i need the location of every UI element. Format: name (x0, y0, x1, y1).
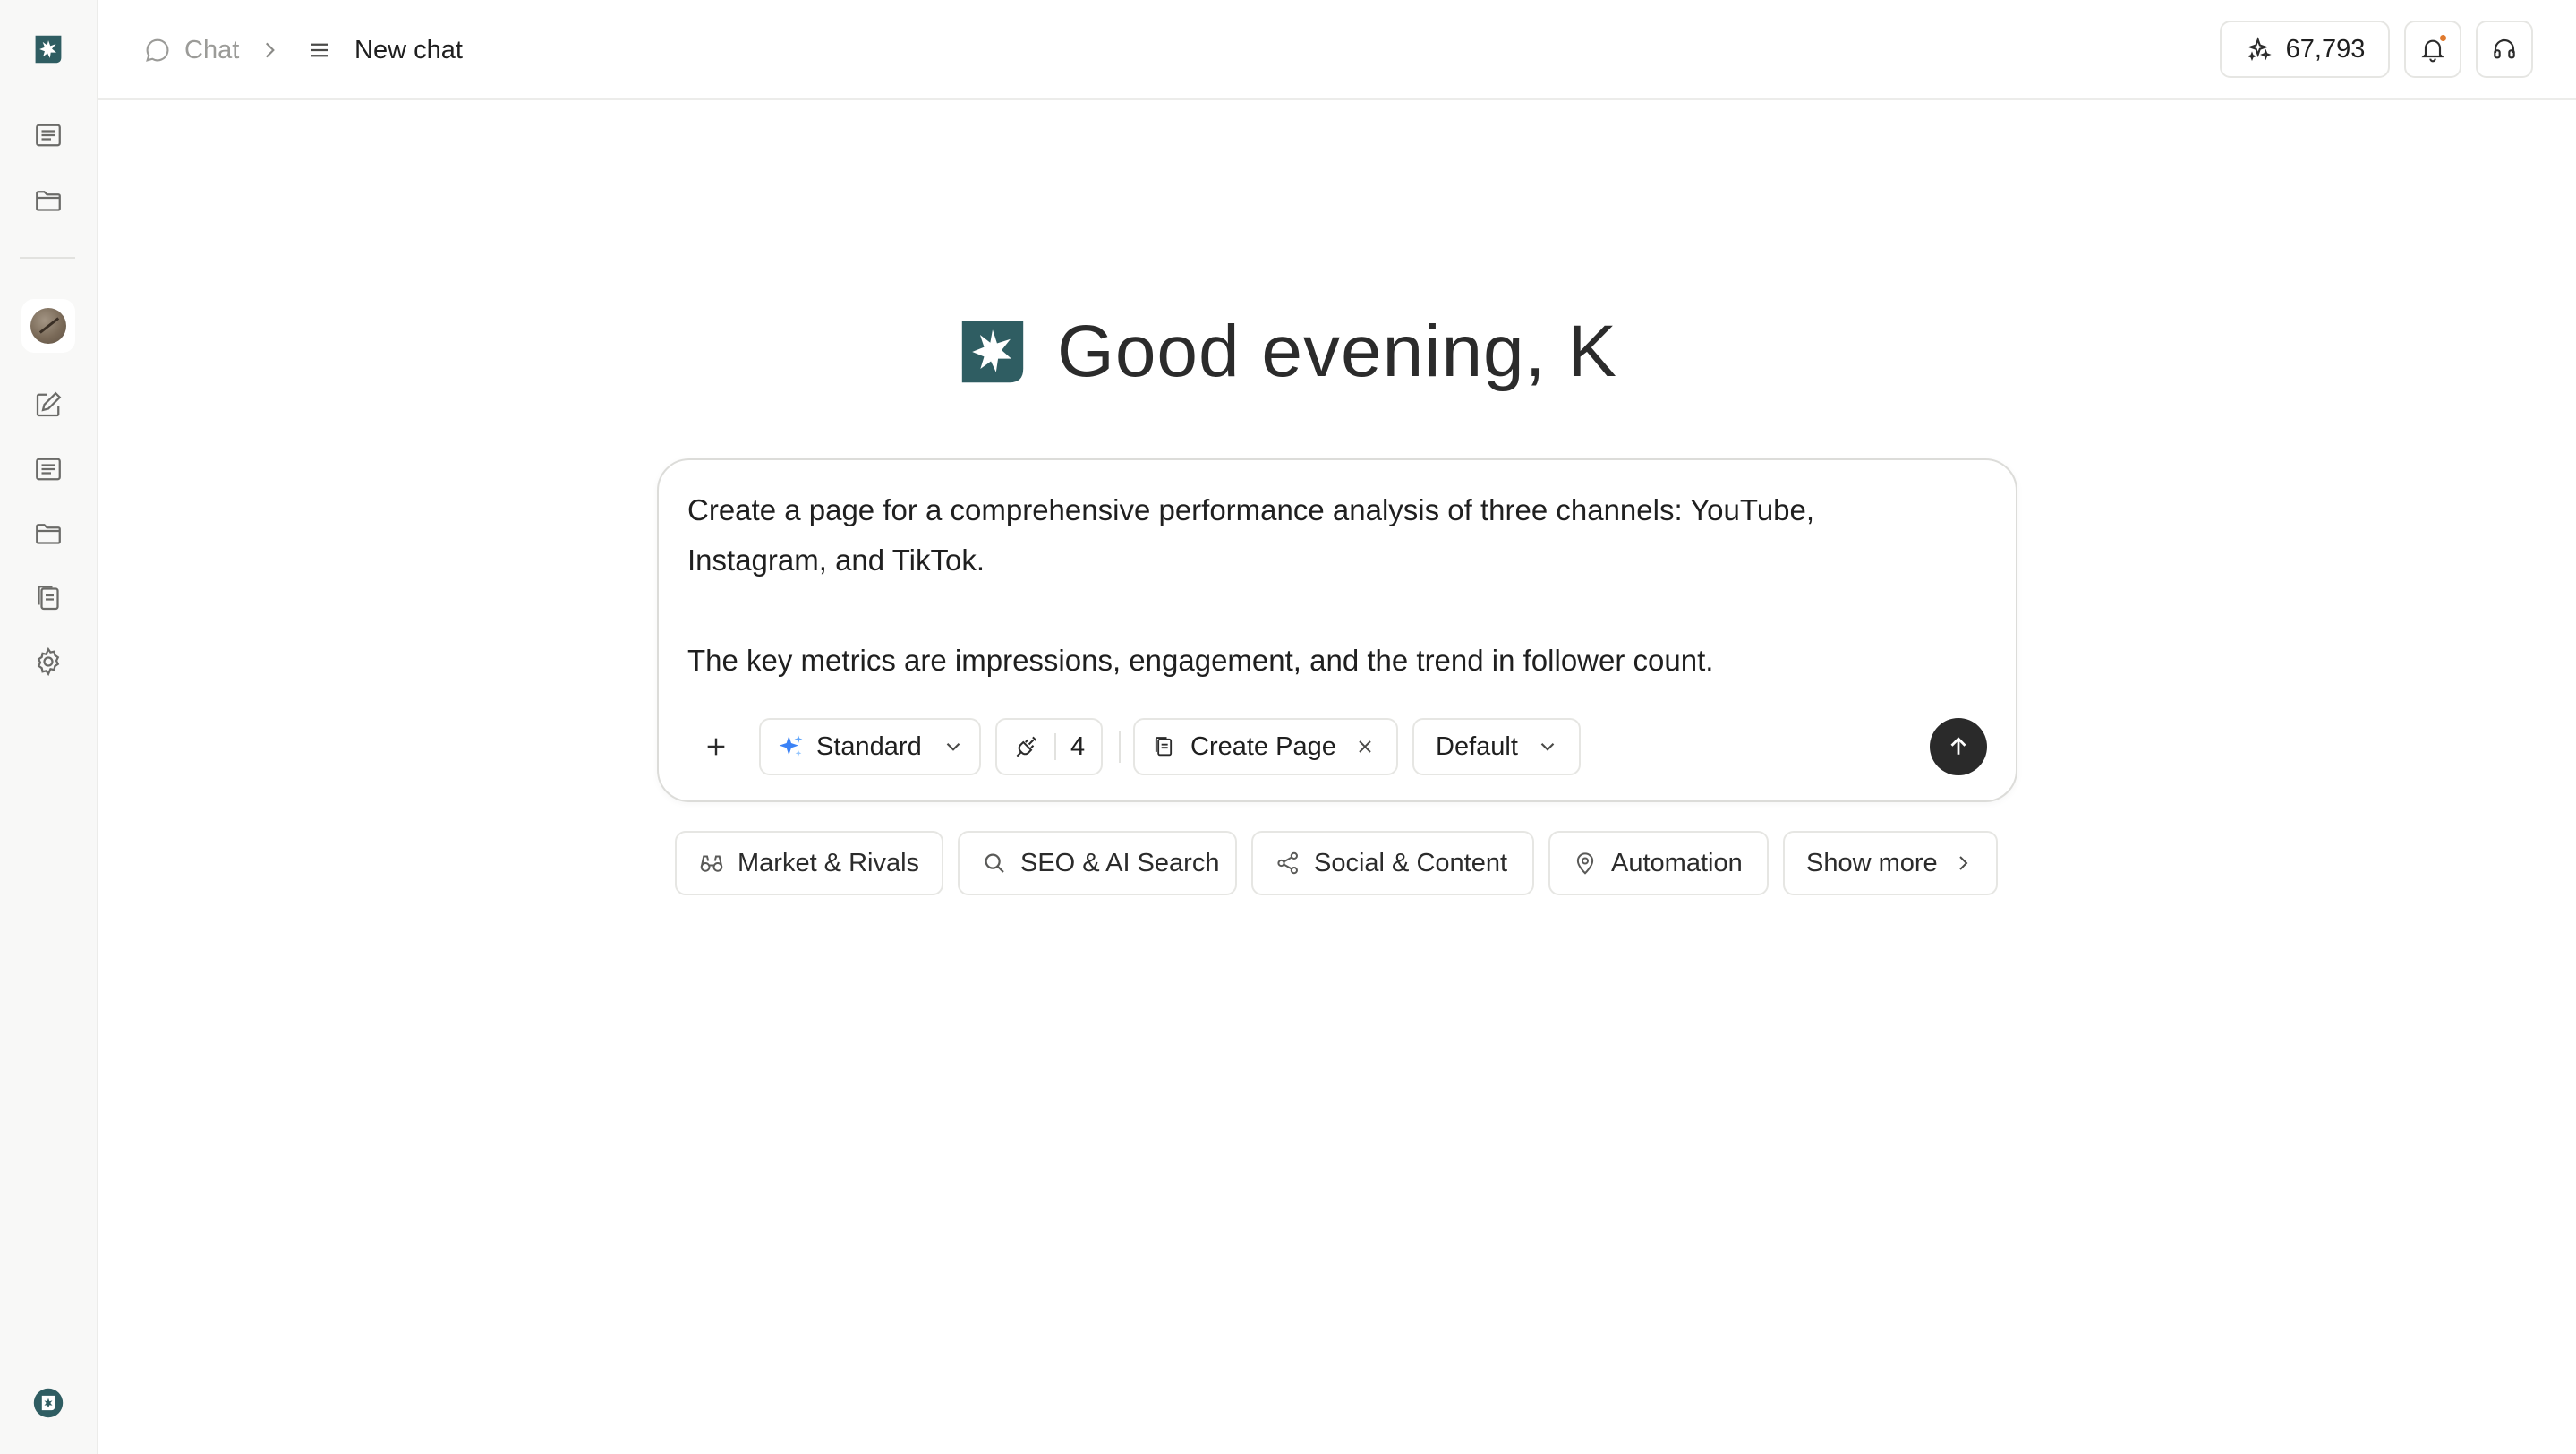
copy-document-icon (38, 586, 59, 611)
chevron-down-icon (946, 742, 960, 751)
chevron-right-icon (265, 42, 275, 58)
tools-count-value: 4 (1070, 731, 1086, 761)
prompt-line (687, 586, 1962, 636)
style-selector[interactable]: Default (1412, 718, 1581, 775)
chat-bubble-icon (146, 38, 169, 62)
suggestion-automation[interactable]: Automation (1548, 831, 1769, 895)
mode-selector[interactable]: Standard (759, 718, 981, 775)
search-icon (985, 853, 1004, 873)
brand-logo-icon (35, 35, 62, 64)
app-logo[interactable] (22, 23, 74, 75)
sparkle-icon (2247, 37, 2272, 62)
location-pin-icon (1576, 852, 1594, 875)
sidebar (0, 0, 98, 1454)
top-bar: Chat New chat 67,793 (98, 0, 2576, 100)
gear-icon (37, 646, 60, 677)
plus-icon (707, 738, 725, 756)
copy-document-icon (1155, 737, 1173, 757)
pages-nav-button[interactable] (22, 572, 74, 624)
suggestion-label: SEO & AI Search (1020, 848, 1220, 877)
show-more-button[interactable]: Show more (1783, 831, 1998, 895)
list-document-icon (36, 458, 61, 481)
suggestion-label: Automation (1611, 848, 1743, 877)
prompt-input[interactable]: Create a page for a comprehensive perfor… (687, 485, 1962, 686)
folders-nav-button[interactable] (22, 175, 74, 227)
page-title: New chat (354, 35, 463, 64)
suggestion-social-content[interactable]: Social & Content (1251, 831, 1534, 895)
documents-nav-button[interactable] (22, 109, 74, 161)
workspace-logo-icon (33, 1388, 64, 1418)
share-icon (1277, 851, 1298, 875)
prompt-line: The key metrics are impressions, engagem… (687, 644, 1714, 677)
create-page-label: Create Page (1190, 731, 1336, 761)
close-icon[interactable] (1354, 736, 1376, 757)
headset-icon (2494, 38, 2515, 59)
mode-label: Standard (816, 731, 922, 761)
suggestion-market-rivals[interactable]: Market & Rivals (675, 831, 943, 895)
greeting: Good evening, K (0, 309, 2576, 395)
list-document-icon (36, 124, 61, 147)
credits-button[interactable]: 67,793 (2220, 21, 2390, 78)
folder-icon (36, 191, 61, 211)
folder-icon (36, 524, 61, 544)
plug-icon (1016, 736, 1037, 757)
prompt-line: Instagram, and TikTok. (687, 543, 985, 577)
chevron-right-icon (1958, 856, 1968, 870)
toolbar-divider (1119, 731, 1121, 763)
breadcrumb-chat[interactable]: Chat (143, 32, 239, 68)
chat-composer[interactable]: Create a page for a comprehensive perfor… (657, 458, 2017, 802)
chevron-down-icon (1540, 742, 1555, 751)
suggestion-seo-ai-search[interactable]: SEO & AI Search (958, 831, 1237, 895)
suggestion-label: Market & Rivals (738, 848, 920, 877)
workspace-switcher-button[interactable] (22, 1377, 74, 1429)
projects-nav-button[interactable] (22, 508, 74, 560)
add-attachment-button[interactable] (687, 718, 745, 775)
send-button[interactable] (1930, 718, 1987, 775)
binoculars-icon (700, 855, 723, 872)
composer-toolbar: Standard 4 Create Page Default (687, 718, 1987, 775)
connected-tools-button[interactable]: 4 (995, 718, 1103, 775)
greeting-heading: Good evening, K (1057, 311, 1617, 392)
brand-logo-icon (961, 321, 1024, 383)
settings-nav-button[interactable] (22, 636, 74, 688)
suggestion-label: Social & Content (1314, 848, 1508, 877)
suggestion-label: Show more (1806, 848, 1938, 877)
create-page-chip[interactable]: Create Page (1133, 718, 1398, 775)
list-nav-button[interactable] (22, 443, 74, 495)
sparkle-icon (779, 735, 803, 757)
tools-count-divider (1054, 733, 1056, 760)
style-label: Default (1436, 731, 1518, 761)
credits-count: 67,793 (2285, 34, 2366, 64)
menu-icon (311, 43, 328, 57)
breadcrumb-separator (258, 32, 281, 68)
breadcrumb-chat-label: Chat (184, 35, 240, 64)
notification-dot (2438, 33, 2448, 43)
notifications-button[interactable] (2404, 21, 2461, 78)
support-button[interactable] (2476, 21, 2533, 78)
breadcrumb-current[interactable]: New chat (306, 32, 463, 68)
prompt-line: Create a page for a comprehensive perfor… (687, 493, 1815, 526)
sidebar-divider (20, 257, 75, 259)
arrow-up-icon (1950, 737, 1966, 755)
